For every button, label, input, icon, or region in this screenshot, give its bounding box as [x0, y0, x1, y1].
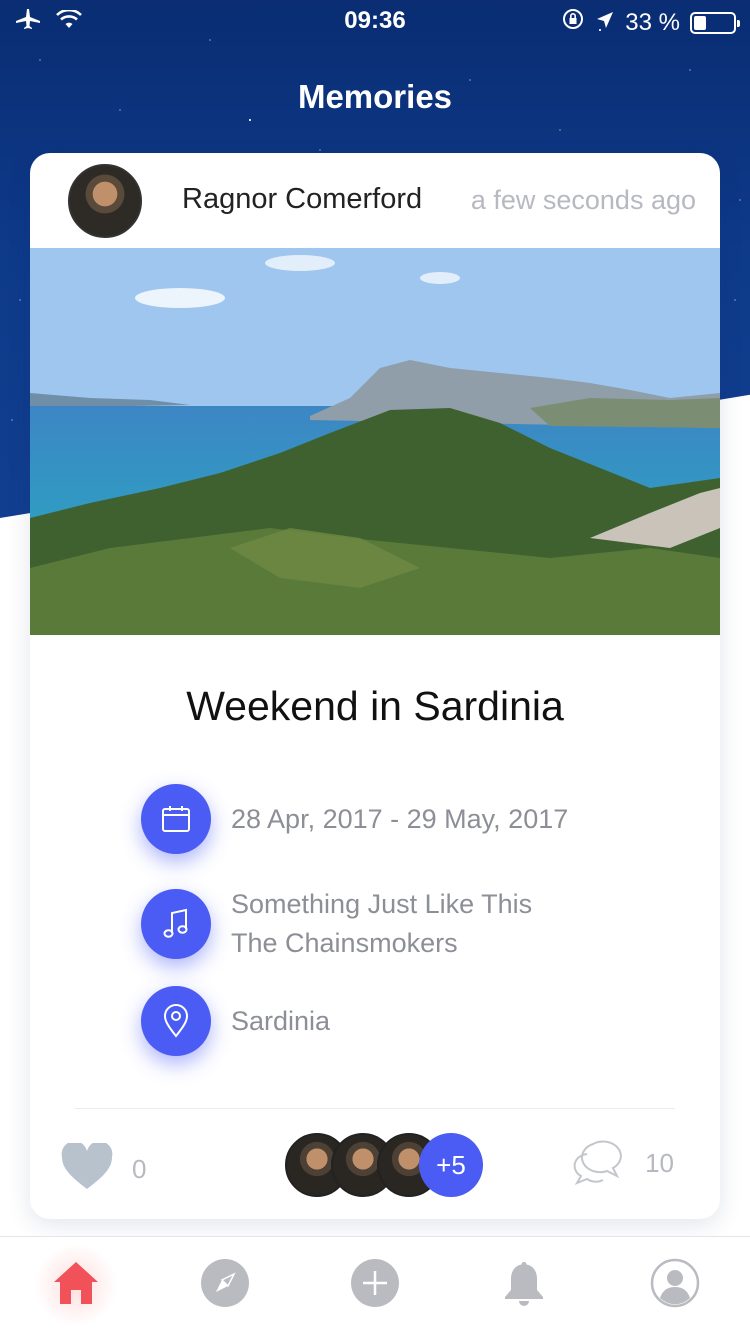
compass-icon[interactable] [200, 1258, 250, 1313]
song-info: Something Just Like This The Chainsmoker… [231, 885, 532, 963]
author-avatar[interactable] [68, 164, 142, 238]
tab-explore[interactable] [199, 1258, 251, 1313]
tab-notifications[interactable] [498, 1259, 550, 1311]
memory-title: Weekend in Sardinia [186, 683, 564, 729]
like-count: 0 [132, 1154, 147, 1184]
heart-icon[interactable] [60, 1141, 114, 1196]
more-participants-badge[interactable]: +5 [419, 1133, 483, 1197]
like-control[interactable]: 0 [60, 1141, 147, 1196]
rotation-lock-icon [561, 7, 585, 38]
location-row[interactable]: Sardinia [141, 986, 330, 1056]
tab-profile[interactable] [649, 1258, 701, 1313]
card-header: Ragnor Comerford a few seconds ago [30, 153, 720, 248]
comment-count: 10 [645, 1148, 674, 1178]
home-icon[interactable] [52, 1260, 100, 1311]
date-range: 28 Apr, 2017 - 29 May, 2017 [231, 803, 569, 834]
date-row[interactable]: 28 Apr, 2017 - 29 May, 2017 [141, 784, 568, 854]
divider [75, 1108, 675, 1109]
song-title: Something Just Like This [231, 889, 533, 919]
calendar-icon [141, 784, 211, 854]
music-note-icon [141, 889, 211, 959]
bell-icon[interactable] [502, 1259, 546, 1312]
page-title: Memories [297, 78, 453, 115]
comment-icon[interactable] [573, 1136, 627, 1191]
tab-home[interactable] [32, 1245, 120, 1325]
song-artist: The Chainsmokers [231, 928, 458, 958]
author-name[interactable]: Ragnor Comerford [182, 183, 422, 216]
location-arrow-icon [595, 9, 615, 37]
battery-icon [690, 11, 740, 34]
comment-control[interactable]: 10 [573, 1136, 674, 1191]
tab-bar [0, 1236, 750, 1334]
battery-percent: 33 % [625, 8, 680, 36]
add-icon[interactable] [350, 1258, 400, 1313]
status-bar: 09:36 33 % [0, 0, 750, 40]
song-row[interactable]: Something Just Like This The Chainsmoker… [141, 885, 532, 963]
participants-group[interactable]: +5 [285, 1133, 485, 1197]
profile-icon[interactable] [650, 1258, 700, 1313]
memory-card[interactable]: Ragnor Comerford a few seconds ago Weeke… [30, 153, 720, 1219]
posted-time: a few seconds ago [470, 185, 696, 215]
tab-add[interactable] [349, 1258, 401, 1313]
map-pin-icon [141, 986, 211, 1056]
location-name: Sardinia [231, 1005, 331, 1036]
memory-photo[interactable] [30, 248, 720, 635]
